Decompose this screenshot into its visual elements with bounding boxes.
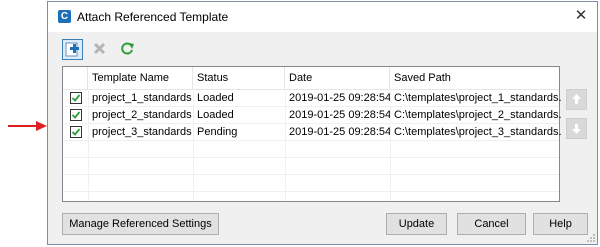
dialog-title: Attach Referenced Template	[77, 10, 229, 24]
table-row[interactable]: project_3_standards Pending 2019-01-25 0…	[63, 124, 561, 140]
saved-path-cell: C:\templates\project_2_standards.dwt	[394, 109, 561, 121]
app-logo-icon: C	[58, 10, 71, 23]
status-cell: Loaded	[197, 109, 234, 121]
saved-path-cell: C:\templates\project_3_standards.dwt	[394, 126, 561, 138]
status-cell: Pending	[197, 126, 238, 138]
move-down-button[interactable]	[566, 118, 587, 139]
attach-referenced-template-dialog: C Attach Referenced Template ✕ Template …	[47, 1, 598, 245]
move-up-icon	[572, 94, 581, 104]
column-header-template-name[interactable]: Template Name	[88, 67, 193, 89]
refresh-icon	[121, 42, 134, 55]
date-cell: 2019-01-25 09:28:54	[289, 92, 390, 104]
column-header-check[interactable]	[63, 67, 88, 89]
template-name-cell: project_3_standards	[92, 126, 192, 138]
row-check-cell[interactable]	[63, 90, 88, 106]
update-button[interactable]: Update	[386, 213, 447, 235]
template-name-cell: project_2_standards	[92, 109, 192, 121]
row-check-cell[interactable]	[63, 124, 88, 140]
column-header-date[interactable]: Date	[285, 67, 390, 89]
row-divider	[63, 140, 559, 141]
checkmark-icon	[71, 94, 81, 102]
row-divider	[63, 157, 559, 158]
move-up-button[interactable]	[566, 89, 587, 110]
row-divider	[63, 191, 559, 192]
checkmark-icon	[71, 111, 81, 119]
column-header-saved-path[interactable]: Saved Path	[390, 67, 561, 89]
row-divider	[63, 174, 559, 175]
row-checkbox[interactable]	[70, 109, 82, 121]
checkmark-icon	[71, 128, 81, 136]
help-button[interactable]: Help	[533, 213, 588, 235]
move-down-icon	[572, 124, 581, 134]
resize-grip-icon[interactable]	[586, 233, 596, 243]
row-checkbox[interactable]	[70, 92, 82, 104]
red-pointer-arrow-icon	[8, 121, 47, 131]
manage-referenced-settings-button[interactable]: Manage Referenced Settings	[62, 213, 219, 235]
table-row[interactable]: project_2_standards Loaded 2019-01-25 09…	[63, 107, 561, 123]
date-cell: 2019-01-25 09:28:54	[289, 109, 390, 121]
remove-template-button[interactable]	[90, 39, 111, 60]
cancel-button[interactable]: Cancel	[457, 213, 526, 235]
saved-path-cell: C:\templates\project_1_standards.dwt	[394, 92, 561, 104]
close-button[interactable]: ✕	[571, 6, 591, 26]
row-check-cell[interactable]	[63, 107, 88, 123]
title-bar: C Attach Referenced Template ✕	[48, 2, 597, 32]
template-list[interactable]: Template Name Status Date Saved Path pro…	[62, 66, 561, 202]
table-row[interactable]: project_1_standards Loaded 2019-01-25 09…	[63, 90, 561, 106]
table-header: Template Name Status Date Saved Path	[63, 67, 559, 90]
add-template-button[interactable]	[62, 39, 83, 60]
template-name-cell: project_1_standards	[92, 92, 192, 104]
column-header-status[interactable]: Status	[193, 67, 285, 89]
status-cell: Loaded	[197, 92, 234, 104]
add-template-icon	[65, 42, 79, 57]
date-cell: 2019-01-25 09:28:54	[289, 126, 390, 138]
remove-template-icon	[93, 42, 106, 55]
row-checkbox[interactable]	[70, 126, 82, 138]
refresh-button[interactable]	[118, 39, 139, 60]
